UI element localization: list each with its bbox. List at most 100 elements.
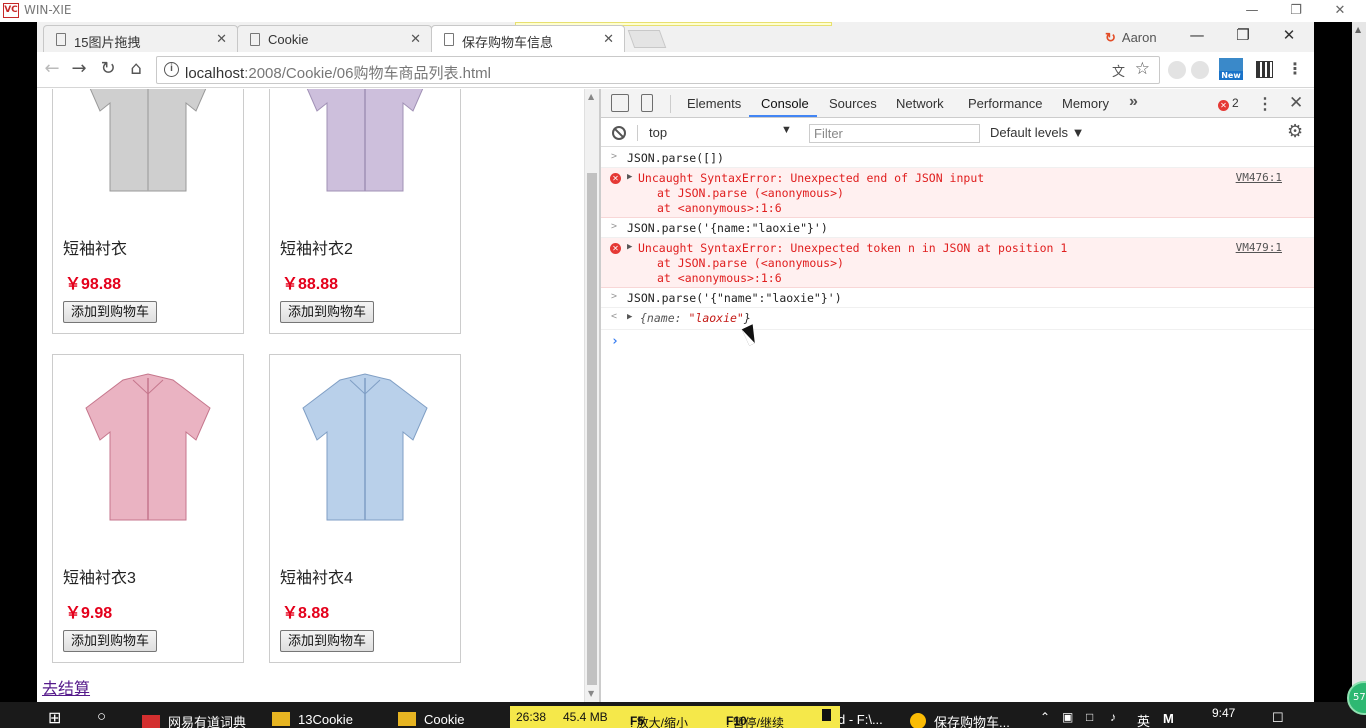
- close-icon[interactable]: ✕: [1318, 0, 1362, 22]
- volume-icon[interactable]: ♪: [1110, 710, 1116, 724]
- input-language[interactable]: 英: [1137, 711, 1150, 728]
- network-icon[interactable]: ▣: [1062, 710, 1073, 724]
- product-card: 短袖衬衣3 ￥9.98 添加到购物车: [52, 354, 244, 663]
- new-tab-button[interactable]: [627, 30, 667, 48]
- page-scrollbar[interactable]: ▲ ▼: [584, 89, 599, 702]
- ime-icon[interactable]: M: [1163, 711, 1174, 726]
- address-bar[interactable]: i localhost:2008/Cookie/06购物车商品列表.html 文…: [156, 56, 1160, 84]
- recorder-status-bar: 26:38 45.4 MB F5: 放大/缩小 F10: 暂停/继续: [510, 706, 840, 728]
- source-link[interactable]: VM479:1: [1236, 241, 1282, 254]
- scroll-up-icon[interactable]: ▲: [1355, 25, 1361, 34]
- chevron-right-icon: >: [611, 291, 618, 302]
- add-to-cart-button[interactable]: 添加到购物车: [63, 301, 158, 323]
- extension-icon[interactable]: [1168, 61, 1186, 79]
- inspect-element-icon[interactable]: [611, 94, 629, 112]
- profile-button[interactable]: ↻ Aaron: [1105, 30, 1157, 46]
- forward-icon[interactable]: →: [67, 58, 91, 79]
- taskbar-editor[interactable]: d - F:\...: [838, 712, 883, 727]
- tab-close-icon[interactable]: ✕: [216, 31, 227, 47]
- more-tabs-icon[interactable]: »: [1129, 93, 1138, 111]
- tab-close-icon[interactable]: ✕: [603, 31, 614, 47]
- error-counter[interactable]: ✕ 2: [1218, 96, 1239, 111]
- devtools-close-icon[interactable]: ✕: [1289, 93, 1303, 113]
- expand-triangle-icon[interactable]: ▶: [627, 242, 632, 252]
- devtools-panel: Elements Console Sources Network Perform…: [601, 89, 1314, 702]
- devtools-tab-bar: Elements Console Sources Network Perform…: [601, 89, 1314, 118]
- source-link[interactable]: VM476:1: [1236, 171, 1282, 184]
- add-to-cart-button[interactable]: 添加到购物车: [63, 630, 158, 652]
- tab-close-icon[interactable]: ✕: [410, 31, 421, 47]
- tab-sources[interactable]: Sources: [829, 96, 877, 111]
- tab-cookie[interactable]: Cookie ✕: [237, 25, 432, 52]
- home-icon[interactable]: ⌂: [124, 58, 148, 79]
- message-icon[interactable]: □: [1086, 710, 1093, 724]
- chrome-window: 15图片拖拽 ✕ Cookie ✕ 保存购物车信息 ✕ ↻ Aaron — ❐ ✕…: [37, 22, 1314, 702]
- error-count: 2: [1232, 96, 1239, 110]
- chrome-minimize-icon[interactable]: —: [1182, 26, 1212, 44]
- filter-input[interactable]: Filter: [809, 124, 980, 143]
- devtools-menu-icon[interactable]: ⋮: [1257, 94, 1273, 114]
- info-icon[interactable]: i: [164, 62, 179, 77]
- expand-triangle-icon[interactable]: ▶: [627, 312, 632, 322]
- profile-name: Aaron: [1121, 30, 1157, 45]
- checkout-link[interactable]: 去结算: [42, 675, 90, 699]
- recording-size: 45.4 MB: [563, 710, 608, 724]
- taskbar-folder-cookie[interactable]: Cookie: [398, 712, 464, 727]
- device-toolbar-icon[interactable]: [641, 94, 653, 112]
- tab-label: Cookie: [268, 32, 309, 47]
- result-object[interactable]: {name: "laoxie"}: [640, 311, 751, 325]
- context-selector[interactable]: top: [649, 125, 667, 140]
- levels-dropdown[interactable]: Default levels ▼: [990, 125, 1085, 140]
- taskbar-chrome[interactable]: 保存购物车...: [910, 712, 1010, 728]
- window-title: WIN-XIE: [24, 3, 72, 17]
- chrome-restore-icon[interactable]: ❐: [1228, 26, 1258, 44]
- console-toolbar: top ▼ Filter Default levels ▼ ⚙: [601, 118, 1314, 147]
- translate-icon[interactable]: 文: [1112, 61, 1125, 80]
- back-icon[interactable]: ←: [40, 58, 64, 79]
- stack-line: at JSON.parse (<anonymous>): [657, 256, 844, 270]
- scrollbar-thumb[interactable]: [587, 173, 597, 685]
- scroll-down-icon[interactable]: ▼: [588, 689, 594, 698]
- tab-elements[interactable]: Elements: [687, 96, 741, 111]
- stop-icon[interactable]: [822, 709, 831, 721]
- clear-console-icon[interactable]: [612, 126, 626, 140]
- chrome-close-icon[interactable]: ✕: [1274, 26, 1304, 44]
- chevron-right-icon: >: [611, 221, 618, 232]
- start-windows-icon[interactable]: ⊞: [48, 708, 61, 728]
- chrome-menu-icon[interactable]: ⋮: [1287, 59, 1303, 78]
- recording-time: 26:38: [516, 710, 547, 724]
- clock[interactable]: 9:47: [1212, 706, 1235, 720]
- chrome-icon: [910, 713, 926, 728]
- taskbar-label: d - F:\...: [838, 712, 883, 727]
- scroll-up-icon[interactable]: ▲: [588, 92, 594, 101]
- reload-icon[interactable]: ↻: [96, 58, 120, 79]
- product-price: ￥88.88: [282, 276, 339, 293]
- notification-icon[interactable]: ☐: [1272, 710, 1284, 726]
- qr-code-icon[interactable]: [1256, 61, 1273, 78]
- restore-icon[interactable]: ❐: [1274, 0, 1318, 22]
- tray-up-icon[interactable]: ⌃: [1040, 710, 1050, 724]
- bookmark-star-icon[interactable]: ☆: [1135, 59, 1150, 79]
- tab-15-drag[interactable]: 15图片拖拽 ✕: [43, 25, 238, 52]
- new-extension-icon[interactable]: New: [1219, 58, 1243, 80]
- taskbar-folder-13cookie[interactable]: 13Cookie: [272, 712, 353, 727]
- tab-performance[interactable]: Performance: [968, 96, 1042, 111]
- tab-network[interactable]: Network: [896, 96, 944, 111]
- chevron-down-icon[interactable]: ▼: [781, 124, 792, 136]
- tab-save-cart[interactable]: 保存购物车信息 ✕: [431, 25, 625, 53]
- tab-memory[interactable]: Memory: [1062, 96, 1109, 111]
- add-to-cart-button[interactable]: 添加到购物车: [280, 630, 375, 652]
- minimize-icon[interactable]: —: [1230, 0, 1274, 22]
- search-icon[interactable]: ○: [97, 708, 106, 725]
- page-icon: [250, 33, 260, 46]
- console-result-row: < ▶ {name: "laoxie"}: [601, 308, 1314, 330]
- add-to-cart-button[interactable]: 添加到购物车: [280, 301, 375, 323]
- expand-triangle-icon[interactable]: ▶: [627, 172, 632, 182]
- browser-scrollbar[interactable]: ▲: [1352, 22, 1366, 702]
- taskbar-youdao[interactable]: 网易有道词典: [142, 712, 246, 728]
- recorder-title-bar: VC WIN-XIE — ❐ ✕: [0, 0, 1366, 22]
- console-prompt-icon[interactable]: ›: [611, 334, 619, 349]
- angular-extension-icon[interactable]: [1191, 61, 1209, 79]
- gear-icon[interactable]: ⚙: [1287, 121, 1303, 142]
- tab-console[interactable]: Console: [761, 96, 809, 111]
